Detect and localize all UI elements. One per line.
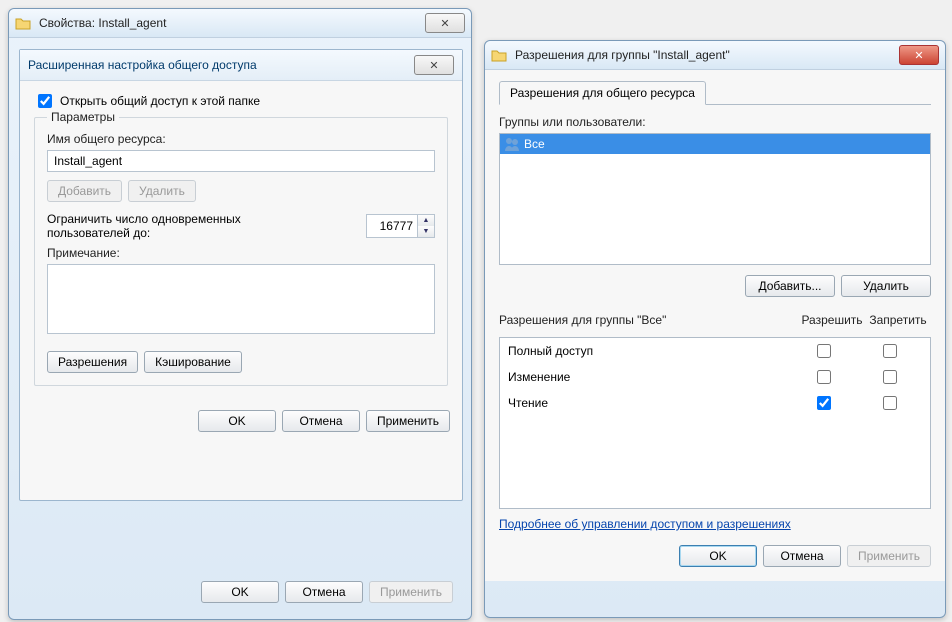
permissions-table: Полный доступ Изменение Чтение	[499, 337, 931, 509]
perm-allow-checkbox[interactable]	[817, 370, 831, 384]
ok-button[interactable]: OK	[198, 410, 276, 432]
limit-users-spinner[interactable]: ▲ ▼	[366, 214, 435, 238]
apply-button: Применить	[369, 581, 453, 603]
apply-button: Применить	[847, 545, 931, 567]
perm-deny-checkbox[interactable]	[883, 370, 897, 384]
ok-button[interactable]: OK	[679, 545, 757, 567]
perm-deny-checkbox[interactable]	[883, 396, 897, 410]
comment-label: Примечание:	[47, 246, 435, 260]
ok-button[interactable]: OK	[201, 581, 279, 603]
folder-icon	[15, 16, 31, 30]
perm-allow-checkbox[interactable]	[817, 344, 831, 358]
list-item-label: Все	[524, 137, 545, 151]
groups-listbox[interactable]: Все	[499, 133, 931, 265]
parameters-legend: Параметры	[47, 110, 119, 124]
folder-icon	[491, 48, 507, 62]
limit-users-label: Ограничить число одновременных пользоват…	[47, 212, 307, 240]
advanced-sharing-dialog: Расширенная настройка общего доступа ✕ О…	[19, 49, 463, 501]
cancel-button[interactable]: Отмена	[763, 545, 841, 567]
permissions-button[interactable]: Разрешения	[47, 351, 138, 373]
table-row: Чтение	[500, 390, 930, 416]
tab-strip: Разрешения для общего ресурса	[499, 80, 931, 105]
add-share-button: Добавить	[47, 180, 122, 202]
column-deny: Запретить	[865, 313, 931, 327]
limit-users-input[interactable]	[367, 215, 417, 237]
apply-button[interactable]: Применить	[366, 410, 450, 432]
learn-more-link[interactable]: Подробнее об управлении доступом и разре…	[499, 517, 791, 531]
column-allow: Разрешить	[799, 313, 865, 327]
spinner-up[interactable]: ▲	[418, 215, 434, 226]
perm-deny-checkbox[interactable]	[883, 344, 897, 358]
share-name-input[interactable]	[47, 150, 435, 172]
perm-name: Полный доступ	[508, 344, 790, 358]
permissions-title: Разрешения для группы "Install_agent"	[511, 48, 899, 62]
perm-name: Чтение	[508, 396, 790, 410]
comment-textarea[interactable]	[47, 264, 435, 334]
close-button[interactable]: ✕	[414, 55, 454, 75]
advanced-sharing-title: Расширенная настройка общего доступа	[28, 58, 414, 72]
remove-share-button: Удалить	[128, 180, 196, 202]
permissions-window: Разрешения для группы "Install_agent" ✕ …	[484, 40, 946, 618]
cancel-button[interactable]: Отмена	[285, 581, 363, 603]
permissions-titlebar[interactable]: Разрешения для группы "Install_agent" ✕	[485, 41, 945, 70]
spinner-down[interactable]: ▼	[418, 226, 434, 237]
advanced-sharing-titlebar[interactable]: Расширенная настройка общего доступа ✕	[20, 50, 462, 81]
properties-titlebar[interactable]: Свойства: Install_agent ✕	[9, 9, 471, 38]
share-name-label: Имя общего ресурса:	[47, 132, 435, 146]
groups-users-label: Группы или пользователи:	[499, 115, 931, 129]
close-button[interactable]: ✕	[425, 13, 465, 33]
table-row: Полный доступ	[500, 338, 930, 364]
parameters-group: Параметры Имя общего ресурса: Добавить У…	[34, 117, 448, 386]
permissions-for-label: Разрешения для группы "Все"	[499, 313, 799, 327]
properties-title: Свойства: Install_agent	[35, 16, 425, 30]
properties-window: Свойства: Install_agent ✕ Расширенная на…	[8, 8, 472, 620]
share-folder-checkbox[interactable]	[38, 94, 52, 108]
add-user-button[interactable]: Добавить...	[745, 275, 835, 297]
tab-share-permissions[interactable]: Разрешения для общего ресурса	[499, 81, 706, 105]
perm-name: Изменение	[508, 370, 790, 384]
share-folder-label: Открыть общий доступ к этой папке	[60, 94, 260, 108]
close-button[interactable]: ✕	[899, 45, 939, 65]
caching-button[interactable]: Кэширование	[144, 351, 242, 373]
list-item[interactable]: Все	[500, 134, 930, 154]
perm-allow-checkbox[interactable]	[817, 396, 831, 410]
table-row: Изменение	[500, 364, 930, 390]
cancel-button[interactable]: Отмена	[282, 410, 360, 432]
users-icon	[504, 136, 520, 152]
remove-user-button[interactable]: Удалить	[841, 275, 931, 297]
